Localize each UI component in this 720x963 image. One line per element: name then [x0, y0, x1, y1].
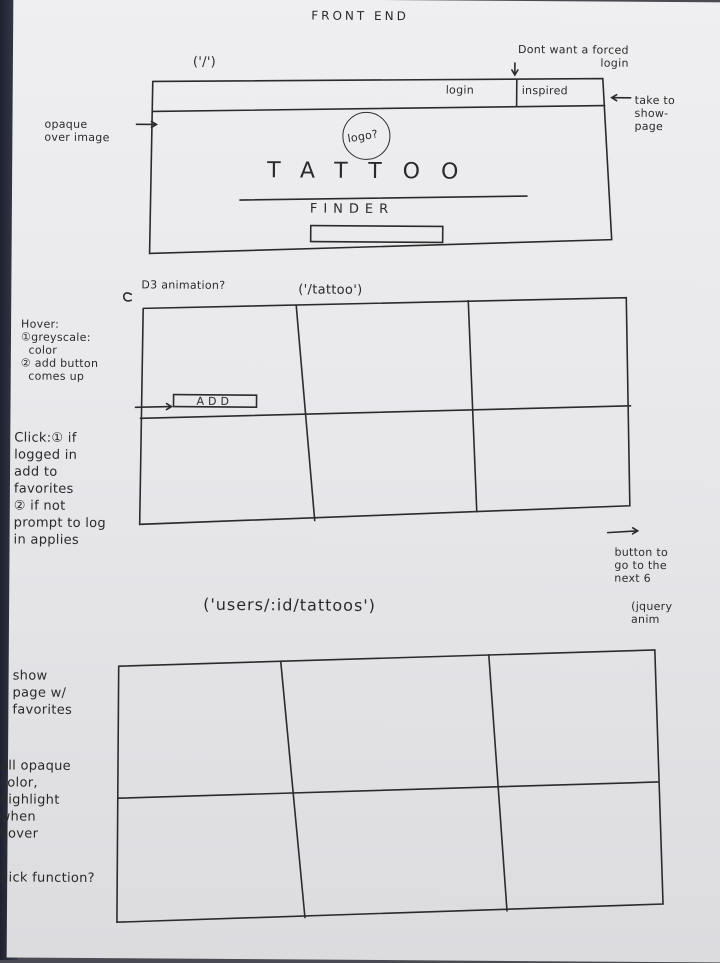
hover-note: Hover: ①greyscale: color ② add button co… — [21, 318, 99, 384]
tattoo-grid-vline1 — [295, 305, 317, 520]
next-six-note: button to go to the next 6 — [614, 546, 668, 585]
favorites-grid-frame — [117, 646, 665, 926]
favorites-grid-hline — [118, 778, 658, 802]
jquery-note: (jquery anim — [631, 600, 672, 626]
landing-route: ('/') — [193, 54, 216, 71]
paper-sheet: FRONT END ('/') Dont want a forced login… — [7, 0, 720, 963]
opaque-highlight-note: all opaque color, highlight when hover — [0, 757, 71, 842]
tattoo-grid-frame — [140, 294, 632, 527]
favorites-grid-vline1 — [279, 661, 307, 917]
opaque-note: opaque over image — [44, 118, 109, 144]
favorites-grid-vline2 — [487, 655, 509, 911]
landing-search-input[interactable] — [311, 226, 443, 243]
nav-login-link[interactable]: login — [446, 83, 474, 96]
d3-note: D3 animation? — [141, 278, 225, 292]
show-page-note: show page w/ favorites — [12, 667, 72, 718]
brand-subtitle: FINDER — [310, 201, 394, 219]
forced-login-note: Dont want a forced login — [518, 43, 629, 70]
click-note: Click:① if logged in add to favorites ② … — [14, 429, 107, 549]
tattoo-route: ('/tattoo') — [298, 281, 362, 298]
landing-navbar-line — [153, 102, 605, 114]
nav-inspired-link[interactable]: inspired — [522, 84, 568, 97]
favorites-route: ('users/:id/tattoos') — [203, 596, 376, 614]
brand-title: TATTOO — [267, 162, 479, 180]
tattoo-grid-vline2 — [467, 301, 478, 512]
page-title: FRONT END — [311, 8, 409, 26]
add-button[interactable]: ADD — [197, 395, 234, 408]
click-function-note: click function? — [0, 869, 95, 887]
showpage-note: take to show- page — [634, 94, 675, 133]
